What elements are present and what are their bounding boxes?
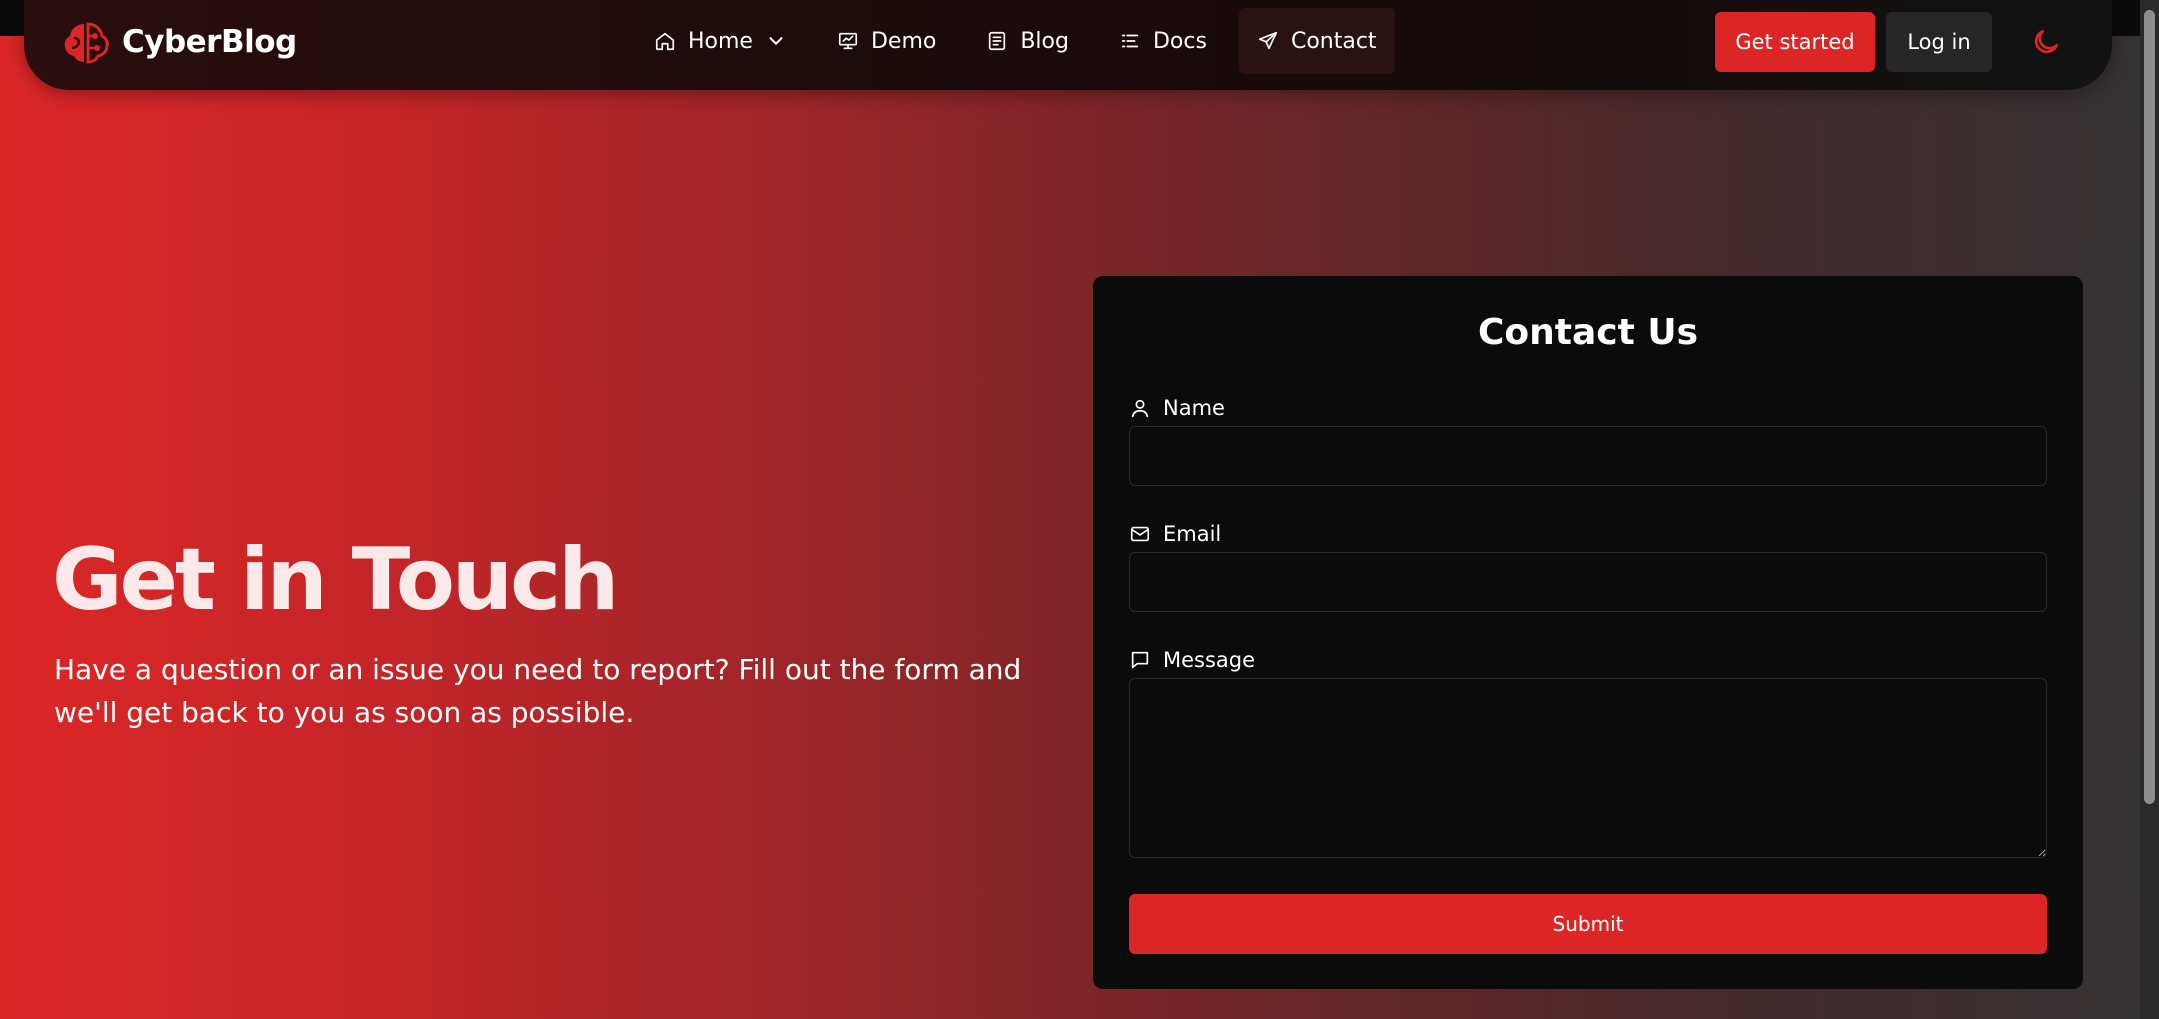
chevron-down-icon [769, 37, 783, 45]
brand-logo-link[interactable]: CyberBlog [62, 18, 297, 66]
get-started-button[interactable]: Get started [1715, 12, 1875, 72]
list-icon [1121, 34, 1139, 48]
nav-blog-label: Blog [1020, 28, 1069, 54]
email-label-text: Email [1163, 522, 1222, 546]
contact-form-title: Contact Us [1477, 312, 1699, 353]
presentation-icon [838, 32, 858, 50]
page-scrollbar[interactable] [2140, 0, 2159, 1019]
nav-item-contact[interactable]: Contact [1238, 8, 1395, 74]
message-textarea[interactable] [1129, 678, 2047, 858]
scrollbar-thumb[interactable] [2144, 10, 2155, 804]
nav-item-demo[interactable]: Demo [819, 8, 954, 74]
main-nav: Home Demo Blog Docs Contact [636, 8, 1409, 74]
nav-item-docs[interactable]: Docs [1101, 8, 1225, 74]
nav-item-home[interactable]: Home [636, 8, 805, 74]
name-label: Name [1129, 396, 1225, 420]
nav-home-label: Home [688, 28, 753, 54]
email-input[interactable] [1129, 552, 2047, 612]
name-label-text: Name [1163, 396, 1225, 420]
message-label: Message [1129, 648, 1255, 672]
hero-title: Get in Touch [52, 530, 619, 630]
nav-demo-label: Demo [870, 28, 937, 54]
message-icon [1131, 651, 1149, 669]
brand-name: CyberBlog [122, 24, 297, 60]
log-in-button[interactable]: Log in [1886, 12, 1992, 72]
moon-icon[interactable] [2030, 26, 2062, 58]
brain-logo-icon [64, 22, 109, 64]
send-icon [1258, 31, 1278, 50]
nav-item-blog[interactable]: Blog [968, 8, 1087, 74]
hero-description: Have a question or an issue you need to … [54, 653, 1022, 729]
newspaper-icon [989, 31, 1006, 51]
email-label: Email [1129, 522, 1221, 546]
nav-docs-label: Docs [1152, 28, 1207, 54]
mail-icon [1130, 526, 1150, 542]
message-label-text: Message [1163, 648, 1256, 672]
nav-contact-label: Contact [1290, 28, 1377, 54]
home-icon [655, 32, 675, 51]
name-input[interactable] [1129, 426, 2047, 486]
navbar: CyberBlog Home Demo Blog Docs Contact Ge… [24, 0, 2112, 90]
submit-button[interactable]: Submit [1129, 894, 2047, 954]
contact-form-card: Contact Us Name Email Message Submit [1093, 276, 2083, 989]
user-icon [1131, 399, 1149, 418]
